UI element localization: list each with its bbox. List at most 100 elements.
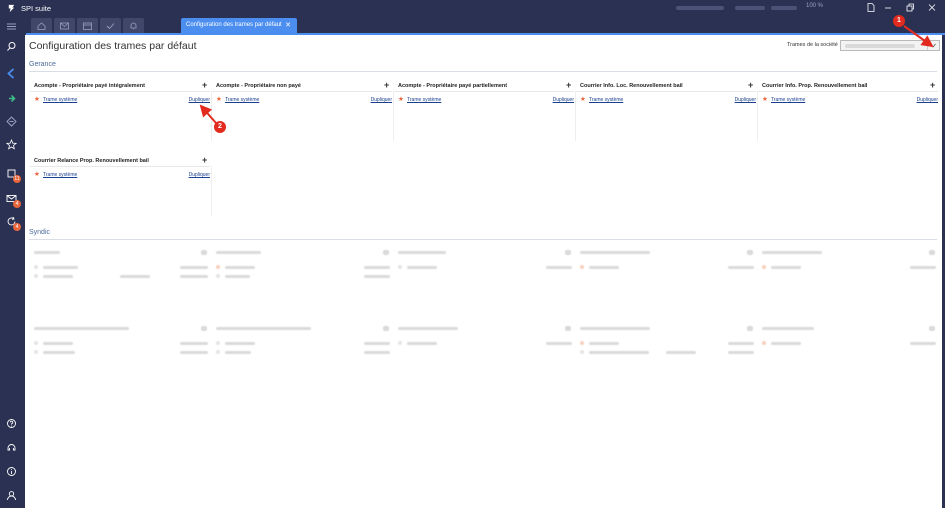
section-divider (29, 239, 937, 240)
close-window-icon[interactable] (927, 3, 937, 13)
card-divider-vertical (757, 91, 758, 141)
app-title: SPI suite (21, 4, 52, 13)
menu-icon[interactable] (4, 19, 20, 35)
star-icon: ★ (216, 96, 222, 103)
dupliquer-link[interactable]: Dupliquer (735, 97, 756, 103)
info-icon[interactable] (4, 464, 20, 480)
minimize-icon[interactable] (883, 3, 893, 13)
sidebar: 11 4 4 (0, 17, 24, 508)
card-divider (30, 166, 210, 167)
annotation-marker-2: 2 (214, 121, 226, 133)
main-content: Configuration des trames par défaut Tram… (25, 35, 942, 508)
favorites-star-icon[interactable] (4, 137, 20, 153)
dupliquer-link[interactable]: Dupliquer (189, 172, 210, 178)
company-select[interactable] (840, 40, 940, 51)
card-divider (576, 91, 756, 92)
transfer-icon[interactable] (4, 114, 20, 130)
page-title: Configuration des trames par défaut (29, 40, 197, 52)
add-icon[interactable]: + (384, 80, 389, 90)
trame-link[interactable]: Trame système (407, 97, 441, 103)
trame-link[interactable]: Trame système (771, 97, 805, 103)
card-title: Acompte - Propriétaire payé intégralemen… (34, 83, 145, 89)
star-icon: ★ (762, 96, 768, 103)
tab-config-trames-label: Configuration des trames par défaut (186, 22, 282, 28)
card-divider (394, 91, 574, 92)
add-icon[interactable]: + (930, 80, 935, 90)
syndic-card-blurred (576, 250, 756, 310)
company-value-blurred (845, 44, 915, 48)
document-icon[interactable] (866, 3, 876, 13)
app-logo-icon (8, 4, 15, 13)
chevron-down-icon[interactable] (927, 42, 937, 50)
trame-link[interactable]: Trame système (589, 97, 623, 103)
add-icon[interactable]: + (566, 80, 571, 90)
card-divider-vertical (211, 91, 212, 141)
date-info-blurred (735, 6, 765, 10)
syndic-card-blurred (30, 250, 210, 310)
nav-forward-icon[interactable] (4, 91, 20, 107)
dupliquer-link[interactable]: Dupliquer (189, 97, 210, 103)
trame-link[interactable]: Trame système (225, 97, 259, 103)
tasks-icon[interactable]: 11 (4, 166, 21, 183)
help-icon[interactable] (4, 416, 20, 432)
syndic-card-blurred (576, 326, 756, 386)
refresh-icon[interactable]: 4 (4, 214, 21, 231)
card-title: Acompte - Propriétaire payé partiellemen… (398, 83, 508, 89)
card-divider-vertical (393, 91, 394, 141)
site-info-blurred (771, 6, 797, 10)
tab-home[interactable] (31, 18, 52, 34)
tab-tasks[interactable] (100, 18, 121, 34)
dupliquer-link[interactable]: Dupliquer (553, 97, 574, 103)
section-title-syndic: Syndic (29, 229, 51, 236)
add-icon[interactable]: + (202, 155, 207, 165)
card-divider (758, 91, 938, 92)
trame-link[interactable]: Trame système (43, 97, 77, 103)
syndic-card-blurred (394, 326, 574, 386)
support-icon[interactable] (4, 440, 20, 456)
zoom-label[interactable]: 100 % (806, 3, 823, 9)
company-label: Trames de la société (787, 42, 838, 48)
section-title-gerance: Gerance (29, 61, 56, 68)
title-bar: SPI suite 100 % (0, 0, 945, 17)
syndic-card-blurred (212, 250, 392, 310)
syndic-card-blurred (394, 250, 574, 310)
syndic-card-blurred (30, 326, 210, 386)
card-divider (212, 91, 392, 92)
dupliquer-link[interactable]: Dupliquer (917, 97, 938, 103)
dupliquer-link[interactable]: Dupliquer (371, 97, 392, 103)
user-icon[interactable] (4, 488, 20, 504)
tab-bar: Configuration des trames par défaut ✕ (26, 17, 945, 34)
star-icon: ★ (34, 96, 40, 103)
star-icon: ★ (580, 96, 586, 103)
tab-notifications[interactable] (123, 18, 144, 34)
user-info-blurred (676, 6, 724, 10)
card-divider-vertical (575, 91, 576, 141)
tab-close-icon[interactable]: ✕ (285, 21, 291, 29)
card-title: Courrier Info. Loc. Renouvellement bail (580, 83, 683, 89)
add-icon[interactable]: + (748, 80, 753, 90)
annotation-marker-1: 1 (893, 15, 905, 27)
section-divider (29, 71, 937, 72)
card-title: Courrier Info. Prop. Renouvellement bail (762, 83, 868, 89)
search-icon[interactable] (4, 39, 20, 55)
tab-mail[interactable] (54, 18, 75, 34)
nav-back-icon[interactable] (4, 66, 20, 82)
restore-icon[interactable] (905, 3, 915, 13)
card-title: Courrier Relance Prop. Renouvellement ba… (34, 158, 149, 164)
tab-config-trames[interactable]: Configuration des trames par défaut ✕ (181, 18, 297, 34)
syndic-card-blurred (758, 326, 938, 386)
refresh-badge: 4 (13, 223, 21, 231)
card-divider (30, 91, 210, 92)
trame-link[interactable]: Trame système (43, 172, 77, 178)
mail-badge: 4 (13, 200, 21, 208)
tasks-badge: 11 (13, 175, 21, 183)
syndic-card-blurred (758, 250, 938, 310)
card-divider-vertical (211, 166, 212, 216)
star-icon: ★ (398, 96, 404, 103)
syndic-card-blurred (212, 326, 392, 386)
star-icon: ★ (34, 171, 40, 178)
tab-calendar[interactable] (77, 18, 98, 34)
add-icon[interactable]: + (202, 80, 207, 90)
card-title: Acompte - Propriétaire non payé (216, 83, 301, 89)
mail-icon[interactable]: 4 (4, 191, 21, 208)
